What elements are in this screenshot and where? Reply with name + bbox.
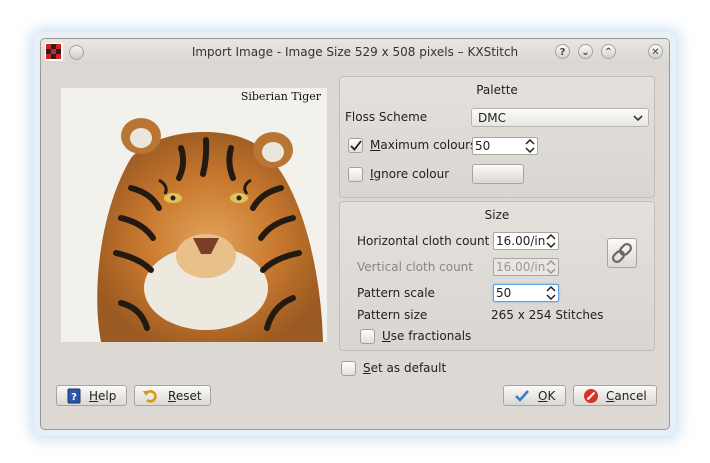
cancel-button[interactable]: Cancel — [573, 385, 657, 406]
close-icon[interactable]: ✕ — [648, 44, 663, 59]
image-caption: Siberian Tiger — [240, 90, 321, 103]
palette-group: Palette Floss Scheme DMC Maximum colours… — [339, 76, 655, 198]
title-bar[interactable]: Import Image - Image Size 529 x 508 pixe… — [41, 39, 669, 65]
vertical-cloth-count-spinbox: 16.00/in — [493, 258, 559, 276]
minimize-icon[interactable]: ⌄ — [578, 44, 593, 59]
set-as-default-checkbox[interactable] — [341, 361, 356, 376]
spin-arrows-icon[interactable] — [525, 139, 535, 153]
horizontal-cloth-count-label: Horizontal cloth count — [357, 234, 490, 248]
pattern-size-value: 265 x 254 Stitches — [491, 308, 604, 322]
vertical-cloth-count-value: 16.00/in — [496, 260, 546, 274]
use-fractionals-checkbox[interactable] — [360, 329, 375, 344]
checkmark-icon — [350, 140, 362, 151]
spin-arrows-icon — [546, 260, 556, 274]
floss-scheme-select[interactable]: DMC — [471, 108, 649, 127]
maximum-colours-checkbox[interactable] — [348, 138, 363, 153]
spin-arrows-icon[interactable] — [546, 234, 556, 248]
floss-scheme-value: DMC — [478, 111, 506, 125]
tiger-image — [61, 88, 327, 342]
pattern-size-label: Pattern size — [357, 308, 428, 322]
cancel-icon — [584, 389, 598, 403]
help-button[interactable]: ? Help — [56, 385, 127, 406]
ignore-colour-picker-button[interactable] — [472, 164, 524, 184]
chain-link-icon — [611, 242, 633, 264]
size-group: Size Horizontal cloth count 16.00/in Ver… — [339, 201, 655, 351]
ok-check-icon — [515, 390, 529, 402]
maximum-colours-label: Maximum colours — [370, 138, 477, 152]
undo-arrow-icon — [143, 390, 157, 403]
ignore-colour-checkbox[interactable] — [348, 167, 363, 182]
window-title: Import Image - Image Size 529 x 508 pixe… — [191, 45, 519, 59]
set-as-default-label: Set as default — [363, 361, 447, 375]
reset-button[interactable]: Reset — [134, 385, 211, 406]
vertical-cloth-count-label: Vertical cloth count — [357, 260, 473, 274]
palette-title: Palette — [476, 83, 518, 97]
ignore-colour-label: Ignore colour — [370, 167, 450, 181]
pattern-scale-label: Pattern scale — [357, 286, 435, 300]
import-image-dialog: Import Image - Image Size 529 x 508 pixe… — [40, 38, 670, 430]
spin-arrows-icon[interactable] — [546, 286, 556, 300]
floss-scheme-label: Floss Scheme — [345, 110, 428, 124]
svg-text:?: ? — [71, 392, 77, 403]
size-title: Size — [484, 208, 510, 222]
ok-button[interactable]: OK — [503, 385, 566, 406]
horizontal-cloth-count-spinbox[interactable]: 16.00/in — [493, 232, 559, 250]
help-title-icon[interactable]: ? — [555, 44, 570, 59]
image-preview: Siberian Tiger — [61, 88, 327, 342]
maximize-icon[interactable]: ⌃ — [601, 44, 616, 59]
pattern-scale-spinbox[interactable]: 50 — [493, 284, 559, 302]
maximum-colours-value: 50 — [475, 139, 491, 153]
aspect-link-button[interactable] — [607, 238, 637, 268]
help-book-icon: ? — [67, 388, 81, 404]
pattern-scale-value: 50 — [496, 286, 512, 300]
use-fractionals-label: Use fractionals — [382, 329, 472, 343]
horizontal-cloth-count-value: 16.00/in — [496, 234, 546, 248]
maximum-colours-spinbox[interactable]: 50 — [472, 137, 538, 155]
chevron-down-icon — [633, 115, 643, 122]
